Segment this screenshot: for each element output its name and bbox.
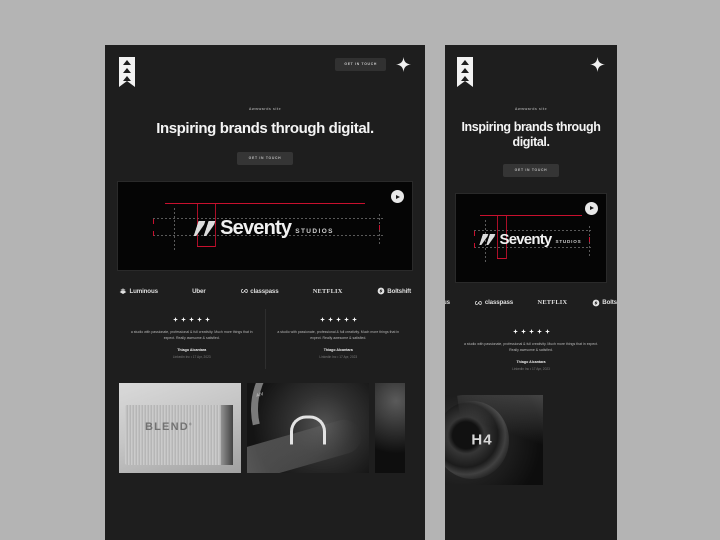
desktop-header: GET IN TOUCH xyxy=(105,45,425,87)
client-logo-netflix: NETFLIX xyxy=(313,288,343,295)
client-logo-row: Luminous Uber classpass NETFLIX Boltshif… xyxy=(105,271,425,295)
rating-stars xyxy=(276,317,402,323)
project-card-arch[interactable]: A/V xyxy=(247,383,369,474)
project-card-h4[interactable]: H4 xyxy=(445,395,543,486)
desktop-panel: GET IN TOUCH Awwwards site Inspiring bra… xyxy=(105,45,425,540)
client-name: Uber xyxy=(192,287,206,295)
seventy-logo-lockup: Seventy STUDIOS xyxy=(118,182,412,270)
desktop-hero: Awwwards site Inspiring brands through d… xyxy=(105,85,425,166)
play-button[interactable] xyxy=(585,201,598,215)
client-logo-netflix: NETFLIX xyxy=(538,299,568,306)
project-gallery: H4 xyxy=(445,381,617,486)
hero-eyebrow: Awwwards site xyxy=(248,107,282,111)
star-icon xyxy=(189,317,195,323)
testimonials-row: a studio with passionate, professional &… xyxy=(445,307,617,381)
seventy-ribbon-logo[interactable] xyxy=(457,57,473,87)
header-actions: GET IN TOUCH xyxy=(335,57,411,72)
client-logo-luminous: Luminous xyxy=(445,299,450,307)
mobile-hero: Awwwards site Inspiring brands through d… xyxy=(445,85,617,177)
testimonial-author: Thiago Alcantara xyxy=(516,360,546,365)
testimonial-card: a studio with passionate, professional &… xyxy=(119,309,265,369)
client-name: Boltshift xyxy=(602,299,617,307)
client-logo-boltshift: Boltshift xyxy=(592,299,617,307)
client-logo-classpass: classpass xyxy=(240,287,279,295)
showreel-video[interactable]: Seventy STUDIOS xyxy=(117,181,413,272)
seventy-ribbon-logo[interactable] xyxy=(119,57,135,87)
star-icon xyxy=(528,328,534,334)
page-title: Inspiring brands through digital. xyxy=(156,120,374,137)
client-name: classpass xyxy=(250,287,279,295)
client-logo-boltshift: Boltshift xyxy=(377,287,411,295)
hero-get-in-touch-button[interactable]: GET IN TOUCH xyxy=(236,151,294,166)
mobile-showreel-wrap: Seventy STUDIOS xyxy=(445,177,617,283)
testimonial-card: a studio with passionate, professional &… xyxy=(453,321,609,381)
classpass-icon xyxy=(475,300,483,305)
hero-eyebrow: Awwwards site xyxy=(514,107,548,111)
rating-stars xyxy=(463,328,599,334)
showreel-wordmark: Seventy xyxy=(499,231,553,249)
testimonial-text: a studio with passionate, professional &… xyxy=(464,341,598,353)
seventy-logo-lockup: Seventy STUDIOS xyxy=(456,194,606,282)
star-icon xyxy=(327,317,333,323)
desktop-showreel-wrap: Seventy STUDIOS xyxy=(105,165,425,272)
star-icon xyxy=(512,328,518,334)
client-logo-uber: Uber xyxy=(192,288,206,295)
testimonial-card: a studio with passionate, professional &… xyxy=(264,309,412,370)
star-icon xyxy=(197,317,203,323)
star-icon xyxy=(173,317,179,323)
star-icon xyxy=(335,317,341,323)
star-icon xyxy=(536,328,542,334)
client-logo-classpass: classpass xyxy=(474,299,513,307)
boltshift-icon xyxy=(377,287,385,295)
showreel-suffix: STUDIOS xyxy=(555,239,582,245)
hero-get-in-touch-button[interactable]: GET IN TOUCH xyxy=(502,163,560,177)
boltshift-icon xyxy=(592,299,600,307)
classpass-icon xyxy=(240,289,248,294)
header-actions xyxy=(590,57,605,72)
header-get-in-touch-button[interactable]: GET IN TOUCH xyxy=(335,57,386,72)
luminous-icon xyxy=(119,288,127,295)
testimonial-text: a studio with passionate, professional &… xyxy=(130,330,253,341)
client-name: Luminous xyxy=(129,287,159,295)
client-logo-luminous: Luminous xyxy=(119,287,158,295)
client-name: classpass xyxy=(484,299,514,307)
canvas: GET IN TOUCH Awwwards site Inspiring bra… xyxy=(0,0,720,540)
play-button[interactable] xyxy=(391,190,404,204)
client-name: NETFLIX xyxy=(312,287,343,295)
star-icon xyxy=(181,317,187,323)
client-logo-row: Luminous classpass NETFLIX Boltshift xyxy=(445,283,617,307)
testimonial-author: Thiago Alcantara xyxy=(177,348,207,353)
77-mark-icon xyxy=(196,221,216,236)
testimonial-text: a studio with passionate, professional &… xyxy=(277,330,400,341)
sparkle-icon[interactable] xyxy=(396,57,411,72)
star-icon xyxy=(343,317,349,323)
testimonial-meta: Linkedin Inc • 17 Apr, 2023 xyxy=(319,355,358,360)
testimonial-meta: Linkedin Inc • 17 Apr, 2023 xyxy=(512,367,550,372)
client-name: Luminous xyxy=(445,299,450,307)
page-title: Inspiring brands through digital. xyxy=(461,120,601,149)
testimonial-meta: Linkedin Inc • 17 Apr, 2023 xyxy=(172,355,211,360)
showreel-suffix: STUDIOS xyxy=(295,228,334,236)
showreel-wordmark: Seventy xyxy=(220,217,292,240)
testimonial-author: Thiago Alcantara xyxy=(323,348,353,353)
showreel-video[interactable]: Seventy STUDIOS xyxy=(455,192,607,283)
client-name: Boltshift xyxy=(387,287,411,295)
star-icon xyxy=(351,317,357,323)
mobile-header xyxy=(445,45,617,87)
star-icon xyxy=(205,317,211,323)
project-card-partial[interactable] xyxy=(375,383,405,474)
mobile-panel: Awwwards site Inspiring brands through d… xyxy=(445,45,617,540)
star-icon xyxy=(520,328,526,334)
testimonials-row: a studio with passionate, professional &… xyxy=(105,295,425,370)
client-name: NETFLIX xyxy=(537,299,568,307)
77-mark-icon xyxy=(481,234,496,245)
star-icon xyxy=(319,317,325,323)
project-card-blend[interactable]: BLEND® xyxy=(119,383,241,474)
sparkle-icon[interactable] xyxy=(590,57,605,72)
rating-stars xyxy=(129,317,255,323)
star-icon xyxy=(544,328,550,334)
project-gallery: BLEND® A/V xyxy=(105,369,425,474)
